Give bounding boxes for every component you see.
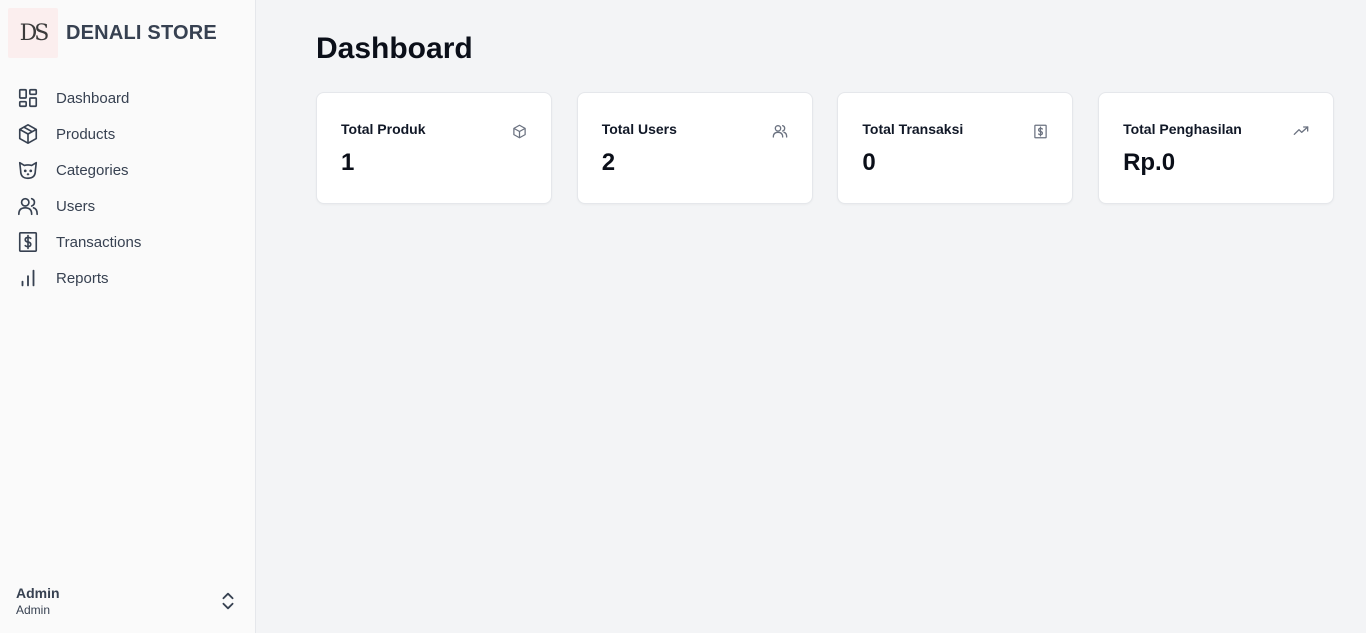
- users-icon: [772, 123, 788, 139]
- store-logo: DS: [8, 8, 58, 58]
- stat-card-label: Total Transaksi: [862, 121, 964, 137]
- brand[interactable]: DS DENALI STORE: [8, 8, 217, 58]
- user-name: Admin: [16, 585, 60, 601]
- sidebar-item-label: Reports: [56, 269, 109, 287]
- page-title: Dashboard: [316, 32, 473, 65]
- stat-card-total-produk: Total Produk 1: [316, 92, 552, 204]
- user-role: Admin: [16, 603, 51, 617]
- brand-name: DENALI STORE: [66, 21, 217, 44]
- sidebar-item-users[interactable]: Users: [8, 188, 248, 224]
- stats-cards: Total Produk 1 Total Users 2 Total Trans…: [316, 92, 1335, 204]
- sidebar-item-categories[interactable]: Categories: [8, 152, 248, 188]
- chevrons-up-down-icon[interactable]: [216, 589, 240, 613]
- sidebar-item-label: Products: [56, 125, 116, 143]
- sidebar-item-dashboard[interactable]: Dashboard: [8, 80, 248, 116]
- sidebar-item-label: Transactions: [56, 233, 142, 251]
- user-menu[interactable]: Admin Admin: [16, 585, 240, 617]
- sidebar: DS DENALI STORE Dashboard Products Categ…: [0, 0, 256, 633]
- trending-up-icon: [1293, 123, 1309, 139]
- stat-card-value: 2: [601, 149, 616, 176]
- stat-card-value: 0: [862, 149, 876, 176]
- sidebar-item-reports[interactable]: Reports: [8, 260, 248, 296]
- stat-card-label: Total Users: [601, 121, 677, 137]
- dashboard-grid-icon: [16, 86, 40, 110]
- stat-card-label: Total Penghasilan: [1123, 121, 1242, 137]
- package-icon: [511, 123, 527, 139]
- sidebar-nav: Dashboard Products Categories Users Tran…: [8, 80, 248, 296]
- receipt-icon: [16, 230, 40, 254]
- sidebar-item-label: Dashboard: [56, 89, 130, 107]
- bar-chart-icon: [16, 266, 40, 290]
- user-info: Admin Admin: [16, 585, 60, 617]
- cat-icon: [16, 158, 40, 182]
- logo-text: DS: [19, 20, 50, 46]
- sidebar-item-products[interactable]: Products: [8, 116, 248, 152]
- stat-card-value: Rp.0: [1123, 149, 1176, 176]
- sidebar-item-label: Categories: [56, 161, 129, 179]
- sidebar-item-transactions[interactable]: Transactions: [8, 224, 248, 260]
- package-icon: [16, 122, 40, 146]
- sidebar-item-label: Users: [56, 197, 96, 215]
- main-content: Dashboard Total Produk 1 Total Users 2 T…: [285, 0, 1366, 633]
- stat-card-total-penghasilan: Total Penghasilan Rp.0: [1098, 92, 1335, 204]
- stat-card-total-users: Total Users 2: [576, 92, 813, 204]
- receipt-icon: [1032, 123, 1048, 139]
- users-icon: [16, 194, 40, 218]
- stat-card-value: 1: [341, 149, 355, 176]
- stat-card-total-transaksi: Total Transaksi 0: [837, 92, 1074, 204]
- stat-card-label: Total Produk: [341, 121, 426, 137]
